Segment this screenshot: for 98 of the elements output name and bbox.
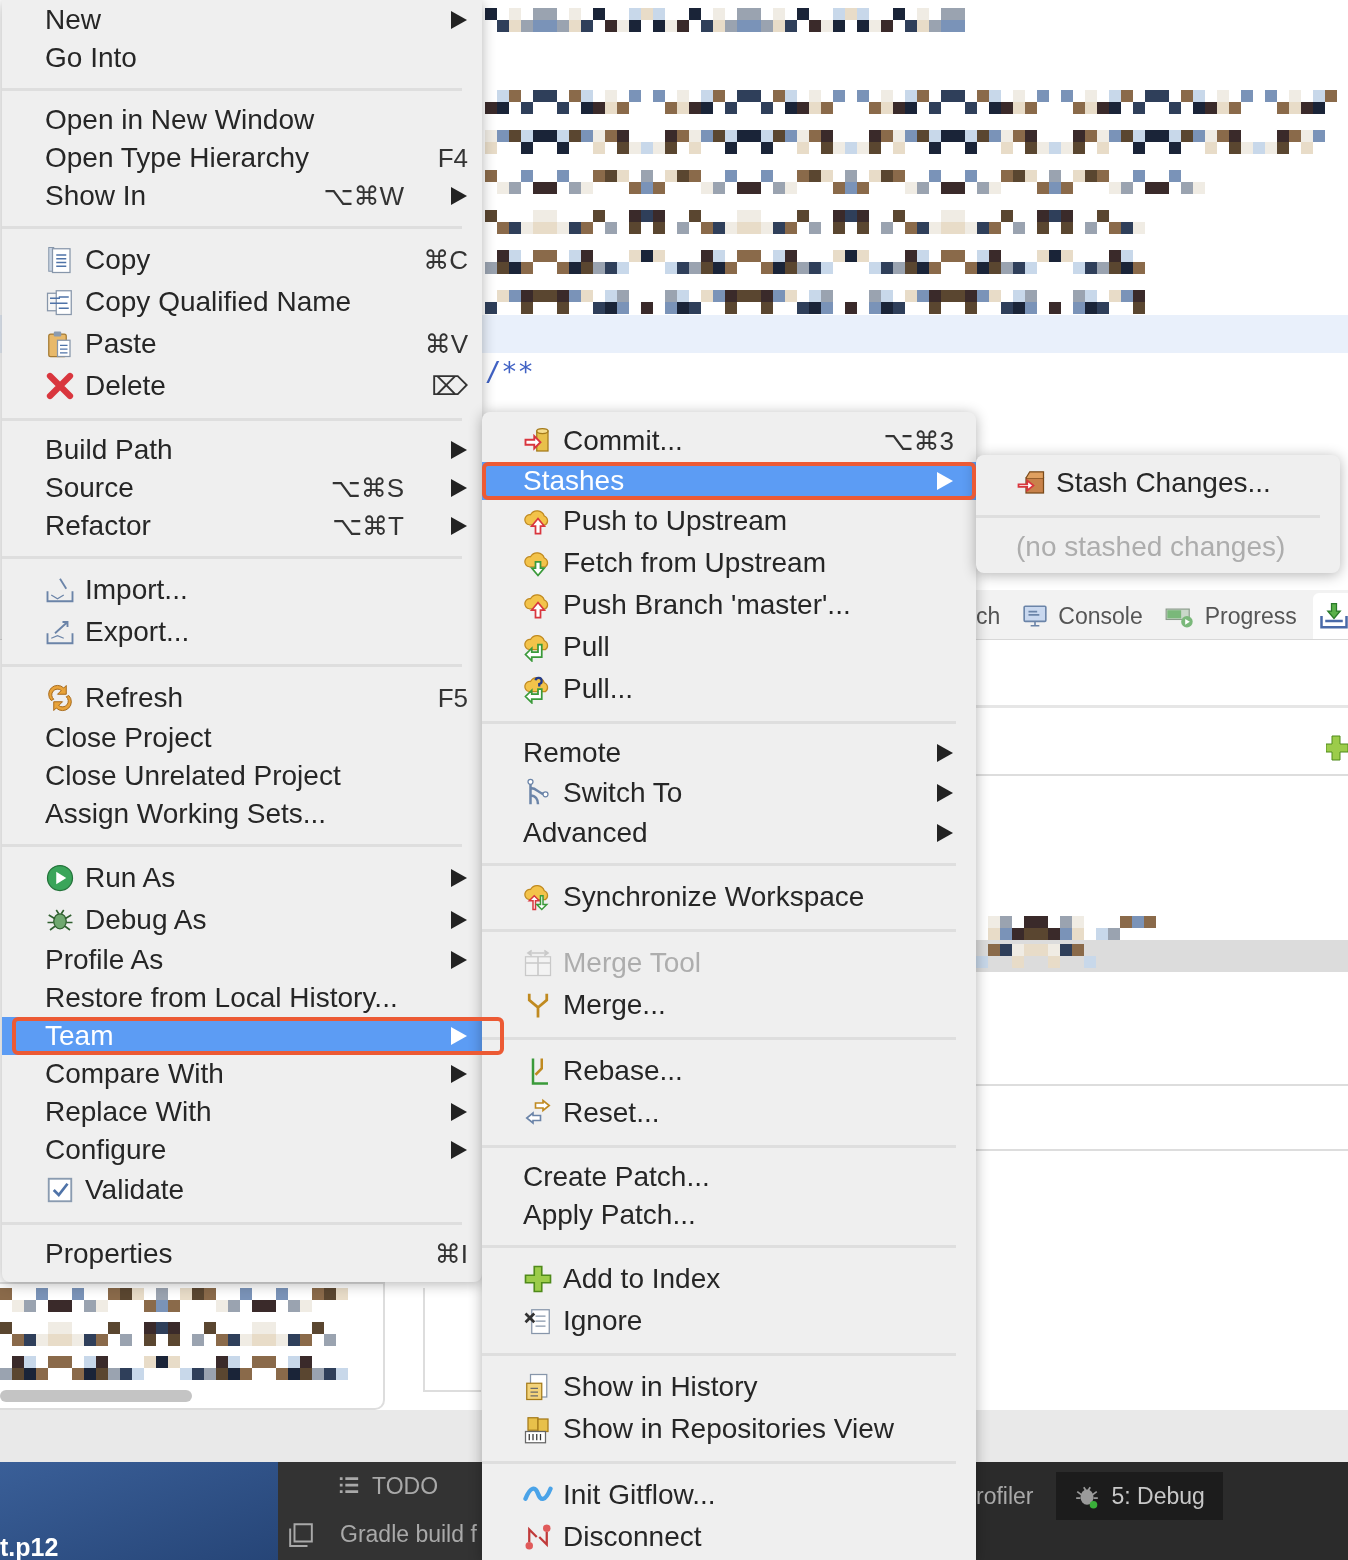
menu-item[interactable]: Copy Qualified Name [2,281,482,323]
menu-item[interactable]: Advanced [482,814,976,852]
menu-item[interactable]: Build Path [2,431,482,469]
code-comment: /** [485,355,534,389]
menu-item[interactable]: Import... [2,569,482,611]
menu-item[interactable]: Pull [482,626,976,668]
scrollbar[interactable] [0,1390,192,1402]
plus-icon [523,1264,553,1294]
menu-item[interactable]: Apply Patch... [482,1196,976,1234]
submenu-arrow-icon [450,478,468,498]
tray-download-icon [1318,601,1348,631]
monitor-icon [1022,603,1049,629]
shortcut-label: ⌥⌘S [330,472,404,504]
menu-item[interactable]: Compare With [2,1055,482,1093]
circular-arrows-icon [45,683,75,713]
menu-item[interactable]: Paste ⌘V [2,323,482,365]
view-tab[interactable]: Progress [1164,593,1297,639]
submenu-arrow-icon [450,186,468,206]
tray-arrow-icon [45,575,75,605]
view-tab[interactable] [1312,593,1348,639]
menu-item[interactable]: Open Type Hierarchy F4 [2,139,482,177]
submenu-arrow-icon [450,516,468,536]
menu-item[interactable]: Add to Index [482,1258,976,1300]
menu-item[interactable]: New [2,1,482,39]
submenu-arrow-icon [450,1102,468,1122]
shortcut-label: ⌘I [434,1238,468,1270]
shortcut-label: ⌥⌘3 [883,425,954,457]
menu-item[interactable]: Copy ⌘C [2,239,482,281]
menu-item[interactable]: Refresh F5 [2,677,482,719]
window-icon [288,1521,314,1547]
documents-icon [45,287,75,317]
menu-item[interactable]: Validate [2,1169,482,1211]
menu-item[interactable]: Export... [2,611,482,653]
shortcut-label: ⌥⌘W [323,180,404,212]
disconnect-icon [523,1522,553,1552]
submenu-arrow-icon [936,743,954,763]
menu-item[interactable]: Commit... ⌥⌘3 [482,420,976,462]
menu-item[interactable]: Merge... [482,984,976,1026]
menu-item[interactable]: Create Patch... [482,1158,976,1196]
view-tab[interactable]: ch [976,593,1001,639]
menu-item[interactable]: Synchronize Workspace [482,876,976,918]
menu-item[interactable]: Remote [482,734,976,772]
submenu-arrow-icon [450,1026,468,1046]
menu-item[interactable]: Replace With [2,1093,482,1131]
checkbox-icon [45,1175,75,1205]
menu-item[interactable]: Source ⌥⌘S [2,469,482,507]
menu-item[interactable]: Open in New Window [2,101,482,139]
submenu-arrow-icon [450,868,468,888]
menu-item[interactable]: Rebase... [482,1050,976,1092]
menu-item[interactable]: Switch To [482,772,976,814]
menu-item[interactable]: Ignore [482,1300,976,1342]
menu-item[interactable]: Close Unrelated Project [2,757,482,795]
menu-item[interactable]: Restore from Local History... [2,979,482,1017]
menu-item[interactable]: Debug As [2,899,482,941]
menu-item[interactable]: Close Project [2,719,482,757]
view-tab[interactable]: Console [1022,593,1143,639]
tool-window-tab[interactable]: TODO [278,1462,482,1510]
submenu-arrow-icon [936,471,954,491]
submenu-arrow-icon [450,950,468,970]
shortcut-label: ⌘V [424,328,468,360]
cross-icon [45,371,75,401]
submenu-arrow-icon [450,440,468,460]
shortcut-label: F5 [437,682,468,714]
menu-item[interactable]: Push Branch 'master'... [482,584,976,626]
play-icon [45,863,75,893]
menu-item[interactable]: Profile As [2,941,482,979]
menu-item[interactable]: Delete ⌦ [2,365,482,407]
tool-window-tab[interactable]: Gradle build f [278,1510,482,1558]
menu-item[interactable]: Go Into [2,39,482,77]
plus-icon [1326,734,1348,762]
menu-item[interactable]: Init Gitflow... [482,1474,976,1516]
submenu-arrow-icon [936,823,954,843]
shortcut-label: ⌥⌘T [332,510,404,542]
menu-item[interactable]: Disconnect [482,1516,976,1558]
menu-item[interactable]: Refactor ⌥⌘T [2,507,482,545]
menu-item[interactable]: Configure [2,1131,482,1169]
submenu-arrow-icon [450,1140,468,1160]
menu-item[interactable]: Run As [2,857,482,899]
shortcut-label: ⌦ [431,370,468,402]
submenu-arrow-icon [450,10,468,30]
shortcut-label: F4 [437,142,468,174]
submenu-arrow-icon [450,910,468,930]
menu-item[interactable]: Push to Upstream [482,500,976,542]
menu-item[interactable]: Reset... [482,1092,976,1134]
window-arrows-icon [523,948,553,978]
menu-item[interactable]: Properties ⌘I [2,1235,482,1273]
menu-item[interactable]: Fetch from Upstream [482,542,976,584]
menu-item[interactable]: Assign Working Sets... [2,795,482,833]
menu-item[interactable]: Show in History [482,1366,976,1408]
tool-window-tab[interactable]: 5: Debug [1055,1472,1223,1520]
menu-item[interactable]: Pull... [482,668,976,710]
menu-item[interactable]: Show In ⌥⌘W [2,177,482,215]
document-cross-icon [523,1306,553,1336]
submenu-arrow-icon [936,783,954,803]
shortcut-label: ⌘C [423,244,468,276]
tool-window-tab[interactable]: rofiler [976,1472,1034,1520]
menu-item[interactable]: Stash Changes... [976,462,1340,504]
submenu-arrow-icon [450,1064,468,1084]
